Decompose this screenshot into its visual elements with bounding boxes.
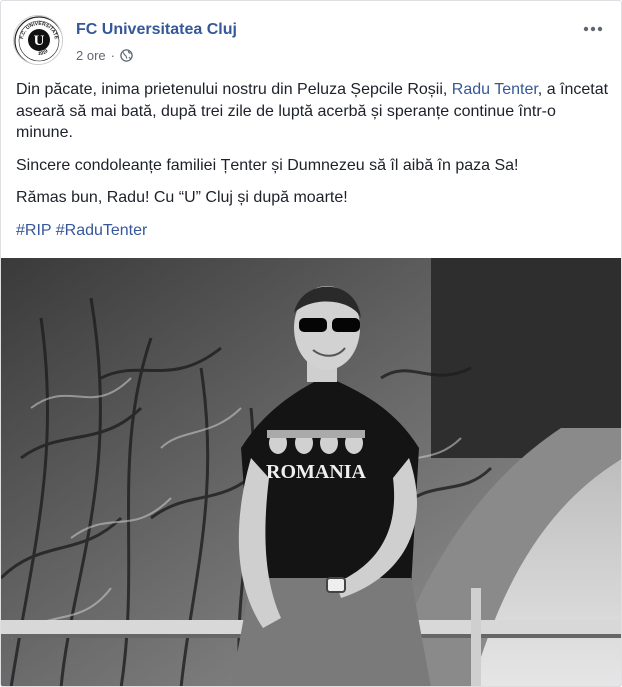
- message-paragraph-2: Sincere condoleanțe familiei Țenter și D…: [16, 156, 519, 174]
- paragraph-1-text-a: Din păcate, inima prietenului nostru din…: [16, 81, 452, 98]
- post-photo[interactable]: ROMANIA: [1, 258, 621, 686]
- hashtag-radutenter[interactable]: #RaduTenter: [56, 222, 148, 239]
- photo-image: ROMANIA: [1, 258, 621, 686]
- page-avatar[interactable]: F.C. UNIVERSITATEA CLUJ 1919 U: [13, 15, 63, 65]
- post-timestamp[interactable]: 2 ore: [76, 48, 106, 63]
- message-paragraph-3: Rămas bun, Radu! Cu “U” Cluj și după moa…: [16, 189, 348, 206]
- post-meta: 2 ore ·: [76, 48, 133, 63]
- shirt-text: ROMANIA: [266, 461, 367, 483]
- hashtags: #RIP #RaduTenter: [16, 220, 611, 242]
- club-logo: F.C. UNIVERSITATEA CLUJ 1919 U: [14, 16, 62, 64]
- hashtag-rip[interactable]: #RIP: [16, 222, 51, 239]
- meta-separator: ·: [110, 48, 115, 63]
- message-paragraph-1: Din păcate, inima prietenului nostru din…: [16, 79, 611, 144]
- globe-icon[interactable]: [120, 49, 133, 62]
- post-message: Din păcate, inima prietenului nostru din…: [16, 79, 611, 252]
- page-name-link[interactable]: FC Universitatea Cluj: [76, 21, 237, 39]
- post-header: F.C. UNIVERSITATEA CLUJ 1919 U FC Univer…: [13, 15, 609, 65]
- mention-link[interactable]: Radu Tenter: [452, 81, 538, 98]
- avatar-letter: U: [34, 33, 45, 49]
- more-options-icon[interactable]: [579, 19, 607, 39]
- facebook-post: F.C. UNIVERSITATEA CLUJ 1919 U FC Univer…: [0, 0, 622, 687]
